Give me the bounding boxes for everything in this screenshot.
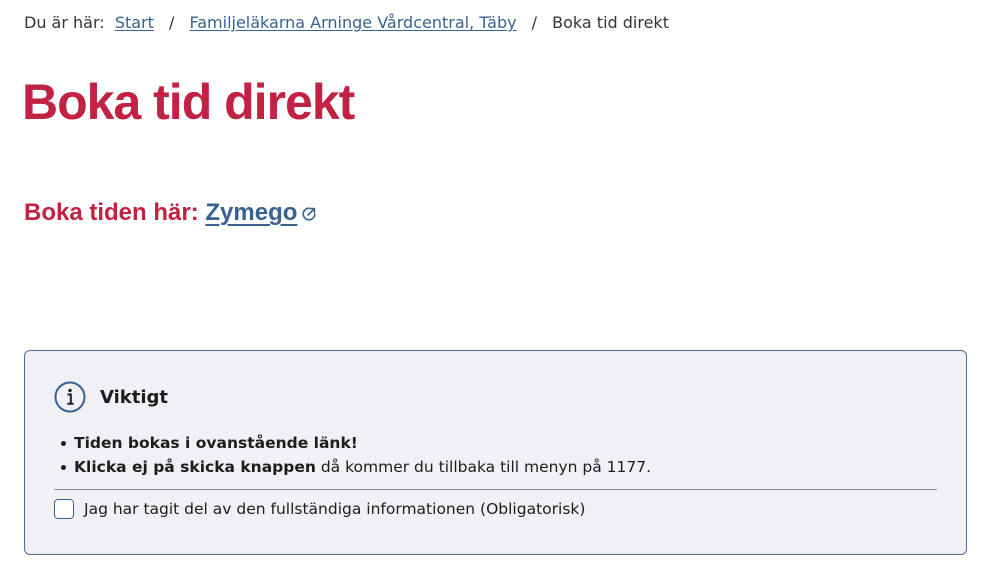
booking-line: Boka tiden här: Zymego	[24, 198, 317, 230]
list-item-bold: Tiden bokas i ovanstående länk!	[74, 434, 358, 452]
info-title: Viktigt	[100, 386, 169, 408]
info-icon	[54, 381, 86, 413]
confirm-checkbox-label[interactable]: Jag har tagit del av den fullständiga in…	[84, 500, 585, 518]
breadcrumb-current: Boka tid direkt	[552, 13, 669, 32]
breadcrumb: Du är här: Start / Familjeläkarna Arning…	[24, 12, 669, 34]
external-link-icon	[301, 200, 317, 230]
divider	[54, 489, 937, 490]
zymego-booking-link[interactable]: Zymego	[205, 199, 317, 226]
breadcrumb-separator: /	[169, 13, 175, 32]
breadcrumb-prefix: Du är här:	[24, 13, 105, 32]
breadcrumb-separator: /	[531, 13, 538, 32]
info-list: Tiden bokas i ovanstående länk! Klicka e…	[60, 431, 652, 479]
zymego-link-label: Zymego	[205, 199, 298, 226]
info-header: Viktigt	[54, 381, 168, 413]
breadcrumb-link-start[interactable]: Start	[115, 13, 154, 32]
confirm-checkbox-row[interactable]: Jag har tagit del av den fullständiga in…	[54, 499, 585, 519]
booking-prefix: Boka tiden här:	[24, 199, 199, 226]
list-item: Klicka ej på skicka knappen då kommer du…	[60, 455, 652, 479]
list-item: Tiden bokas i ovanstående länk!	[60, 431, 651, 455]
list-item-bold: Klicka ej på skicka knappen	[74, 458, 316, 476]
important-info-box: Viktigt Tiden bokas i ovanstående länk! …	[24, 350, 967, 555]
page-title: Boka tid direkt	[22, 74, 355, 130]
breadcrumb-link-clinic[interactable]: Familjeläkarna Arninge Vårdcentral, Täby	[190, 13, 517, 32]
list-item-text: då kommer du tillbaka till menyn på 1177…	[315, 458, 652, 476]
confirm-checkbox[interactable]	[54, 499, 74, 519]
